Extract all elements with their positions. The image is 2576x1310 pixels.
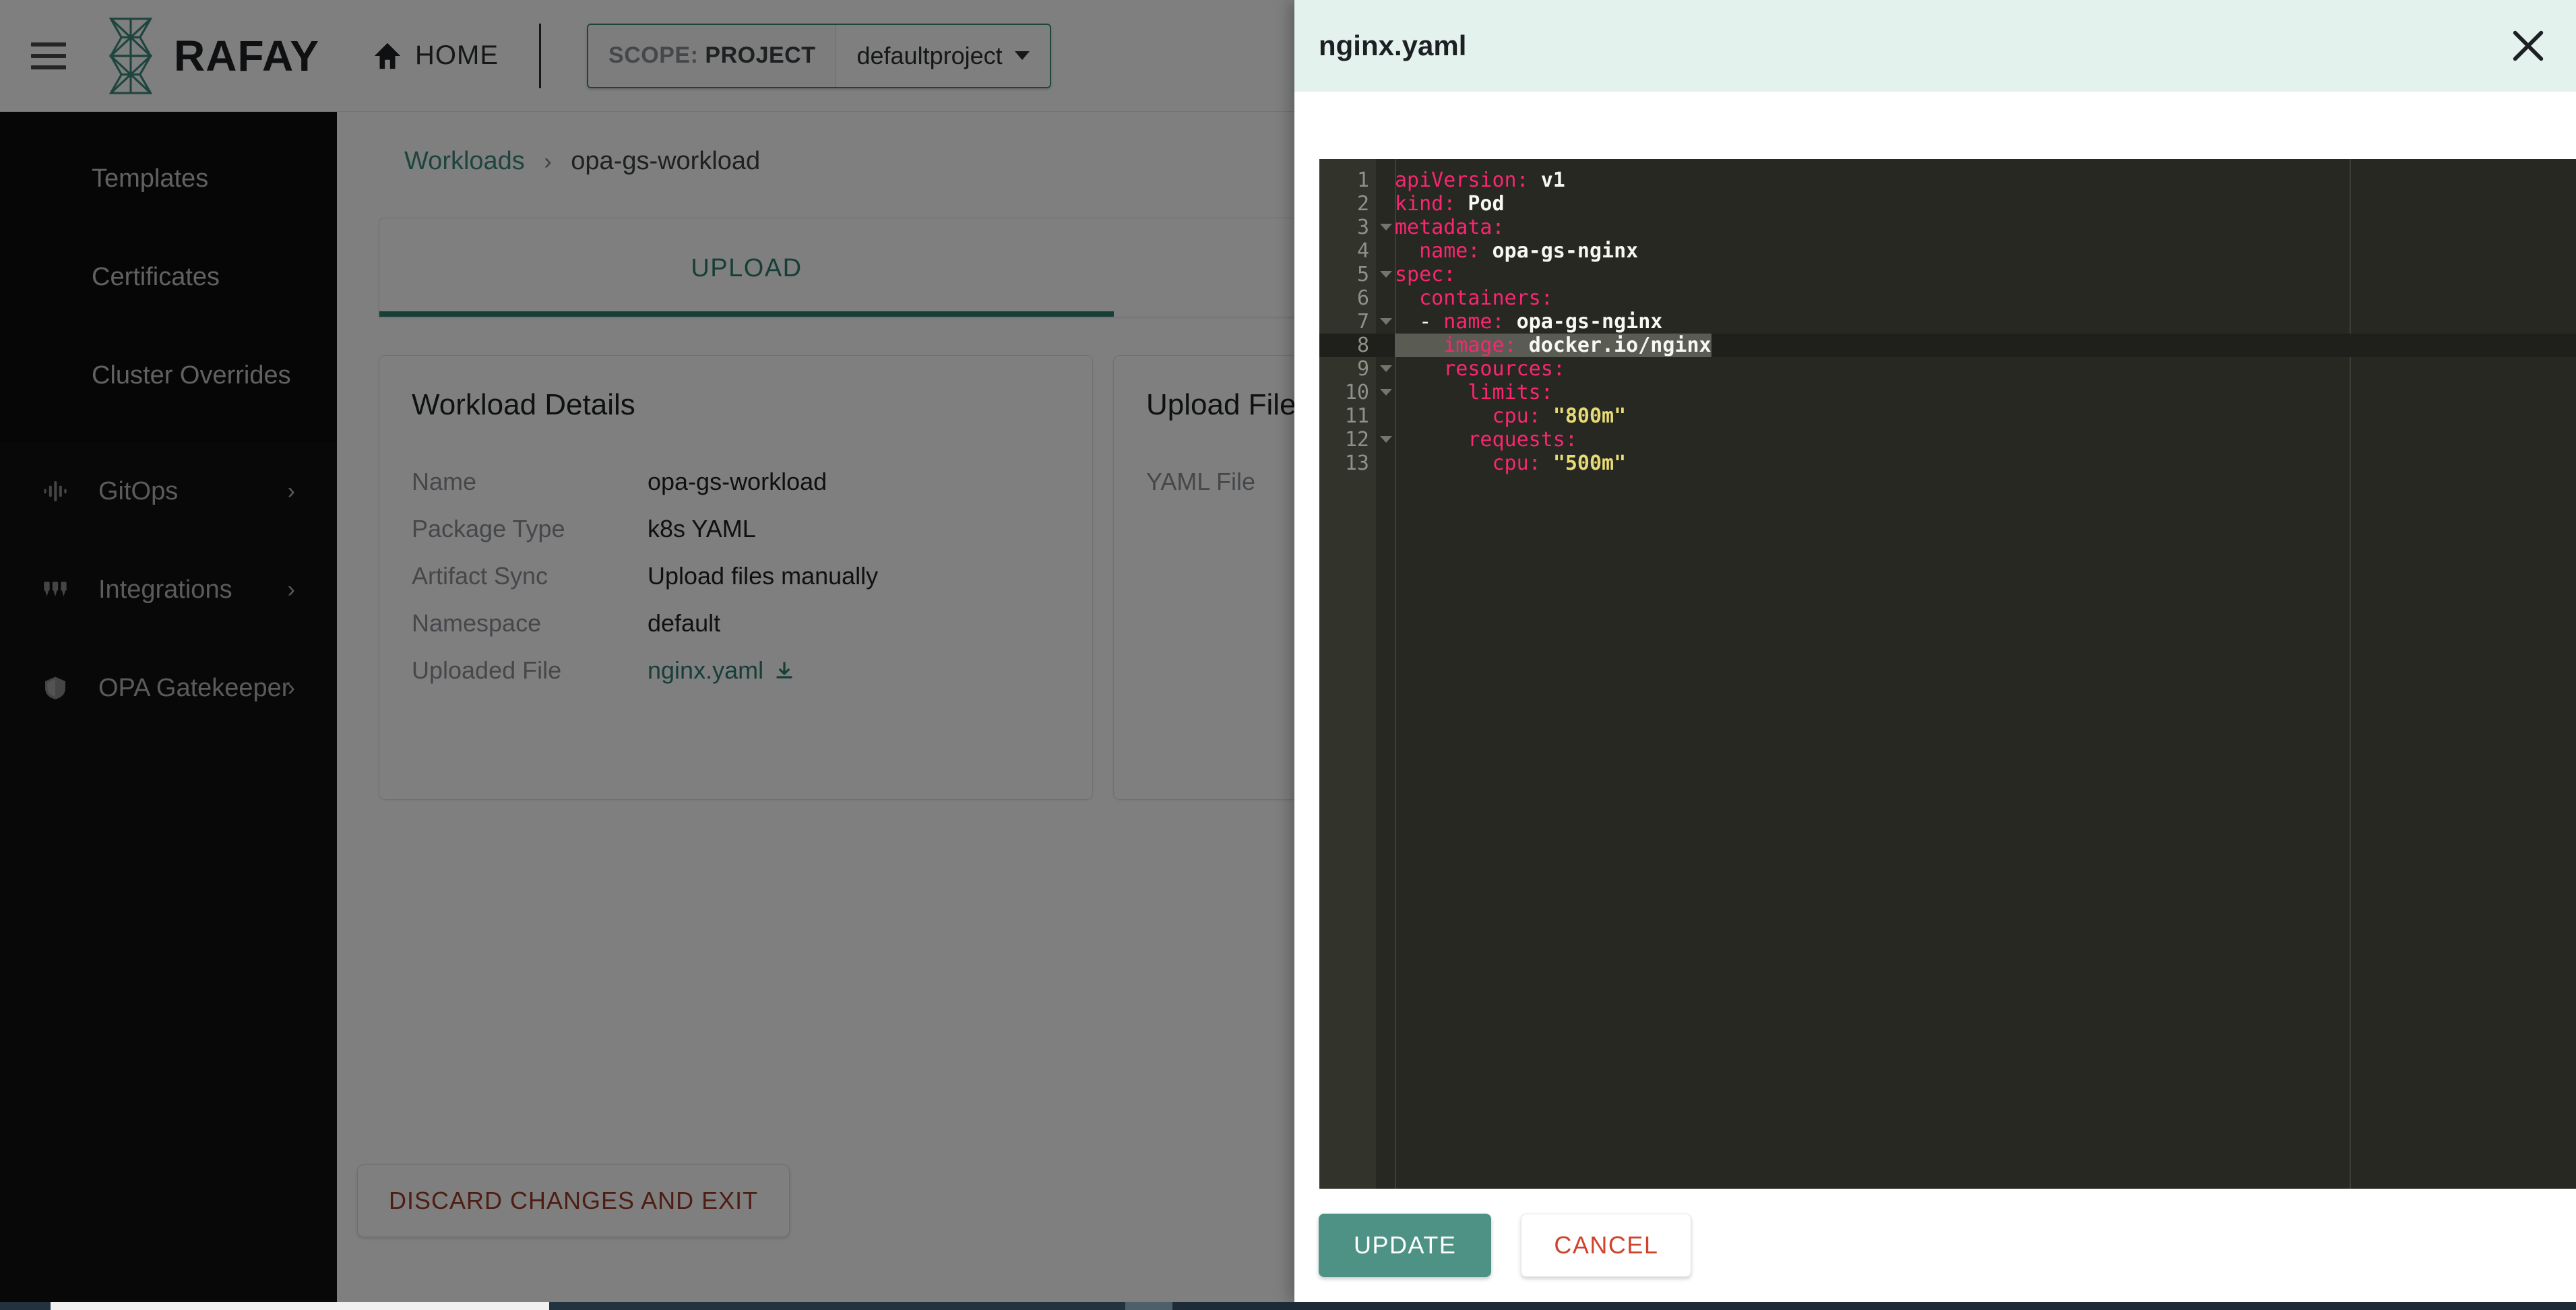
code-token: Pod xyxy=(1468,192,1505,216)
taskbar-segment xyxy=(1172,1302,2576,1310)
code-line[interactable]: limits: xyxy=(1376,381,2576,404)
modal-footer: UPDATE CANCEL xyxy=(1294,1189,2576,1302)
taskbar-segment xyxy=(51,1302,549,1310)
code-line[interactable]: image: docker.io/nginx xyxy=(1376,334,2576,357)
code-token: apiVersion: xyxy=(1395,168,1529,192)
code-token: v1 xyxy=(1540,168,1565,192)
code-line[interactable]: apiVersion: v1 xyxy=(1376,168,2576,192)
editor-code-area[interactable]: apiVersion: v1 kind: Pod metadata: name: o… xyxy=(1376,159,2576,1189)
code-token: opa-gs-nginx xyxy=(1492,239,1639,263)
line-number: 3 xyxy=(1319,216,1392,239)
line-number: 6 xyxy=(1356,286,1369,310)
modal-overlay-scrim[interactable] xyxy=(0,0,1294,1302)
code-line[interactable]: metadata: xyxy=(1376,216,2576,239)
yaml-editor-modal: nginx.yaml 1 2 3 4 5 6 7 8 9 10 11 12 13 apiVersion:… xyxy=(1294,0,2576,1302)
editor-gutter: 1 2 3 4 5 6 7 8 9 10 11 12 13 xyxy=(1319,159,1392,1189)
code-line[interactable]: resources: xyxy=(1376,357,2576,381)
code-line[interactable]: - name: opa-gs-nginx xyxy=(1376,310,2576,334)
code-token: resources: xyxy=(1443,357,1565,381)
code-line[interactable]: kind: Pod xyxy=(1376,192,2576,216)
code-token: name: xyxy=(1419,239,1480,263)
code-token: kind: xyxy=(1395,192,1456,216)
code-line[interactable]: spec: xyxy=(1376,263,2576,286)
taskbar-segment xyxy=(549,1302,1125,1310)
line-number: 4 xyxy=(1356,239,1369,263)
code-line[interactable]: name: opa-gs-nginx xyxy=(1376,239,2576,263)
code-token xyxy=(1395,334,1444,357)
code-token: "500m" xyxy=(1552,451,1627,475)
code-token: - xyxy=(1395,310,1444,334)
taskbar-segment xyxy=(1125,1302,1172,1310)
close-icon[interactable] xyxy=(2509,26,2548,65)
code-line[interactable]: containers: xyxy=(1376,286,2576,310)
code-token: containers: xyxy=(1419,286,1553,310)
code-line[interactable]: requests: xyxy=(1376,428,2576,451)
code-token: name: xyxy=(1443,310,1505,334)
modal-body: 1 2 3 4 5 6 7 8 9 10 11 12 13 apiVersion: v1 kind: Po… xyxy=(1294,92,2576,1189)
line-number: 5 xyxy=(1319,263,1392,286)
line-number: 11 xyxy=(1344,404,1369,428)
update-button[interactable]: UPDATE xyxy=(1319,1214,1492,1277)
code-token: cpu: xyxy=(1492,451,1541,475)
code-line[interactable]: cpu: "500m" xyxy=(1376,451,2576,475)
code-token xyxy=(1516,334,1529,357)
os-taskbar xyxy=(0,1302,2576,1310)
code-token: requests: xyxy=(1468,428,1577,451)
screen: RAFAY HOME SCOPE: PROJECT defaultproject xyxy=(0,0,2576,1310)
code-token: docker.io/nginx xyxy=(1528,334,1711,357)
cancel-button[interactable]: CANCEL xyxy=(1521,1214,1692,1277)
code-token: "800m" xyxy=(1552,404,1627,428)
code-token: cpu: xyxy=(1492,404,1541,428)
line-number: 1 xyxy=(1356,168,1369,192)
line-number: 12 xyxy=(1319,428,1392,451)
line-number: 8 xyxy=(1319,334,1376,357)
line-number: 13 xyxy=(1344,451,1369,475)
code-token: metadata: xyxy=(1395,216,1505,239)
code-token: spec: xyxy=(1395,263,1456,286)
line-number: 7 xyxy=(1319,310,1392,334)
modal-header: nginx.yaml xyxy=(1294,0,2576,92)
line-number: 9 xyxy=(1319,357,1392,381)
taskbar-segment xyxy=(0,1302,51,1310)
line-number: 10 xyxy=(1319,381,1392,404)
code-line[interactable]: cpu: "800m" xyxy=(1376,404,2576,428)
modal-title: nginx.yaml xyxy=(1319,30,1467,61)
code-token: image: xyxy=(1443,334,1517,357)
line-number: 2 xyxy=(1356,192,1369,216)
code-token: opa-gs-nginx xyxy=(1516,310,1663,334)
code-token: limits: xyxy=(1468,381,1553,404)
yaml-code-editor[interactable]: 1 2 3 4 5 6 7 8 9 10 11 12 13 apiVersion: v1 kind: Po… xyxy=(1319,159,2576,1189)
